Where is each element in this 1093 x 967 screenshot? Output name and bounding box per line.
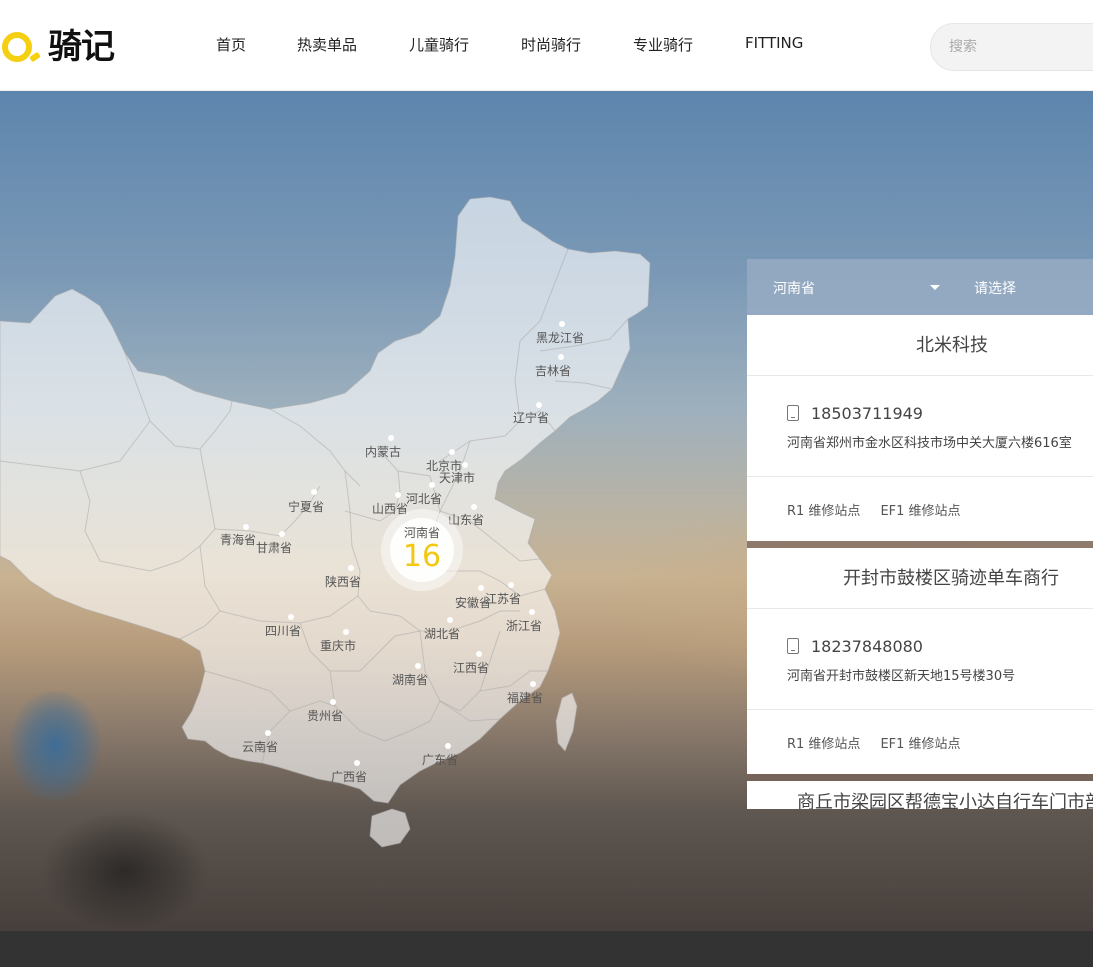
highlighted-province-henan[interactable]: 河南省 16	[381, 509, 463, 591]
province-dot[interactable]	[395, 492, 401, 498]
province-dot[interactable]	[429, 482, 435, 488]
search-input[interactable]	[930, 23, 1093, 71]
province-dot[interactable]	[279, 531, 285, 537]
province-dot[interactable]	[536, 402, 542, 408]
province-dot[interactable]	[529, 609, 535, 615]
store-card[interactable]: 开封市鼓楼区骑迹单车商行 18237848080 河南省开封市鼓楼区新天地15号…	[747, 548, 1093, 774]
province-dot[interactable]	[330, 699, 336, 705]
store-tags: R1 维修站点 EF1 维修站点	[747, 477, 1093, 541]
province-label-gansu[interactable]: 甘肃省	[256, 541, 292, 555]
store-address: 河南省郑州市金水区科技市场中关大厦六楼616室	[787, 436, 1072, 451]
store-tags: R1 维修站点 EF1 维修站点	[747, 710, 1093, 774]
store-tag: EF1 维修站点	[880, 503, 961, 519]
province-label-guizhou[interactable]: 贵州省	[307, 709, 343, 723]
highlight-province-name: 河南省	[403, 526, 440, 540]
province-label-liaoning[interactable]: 辽宁省	[513, 411, 549, 425]
province-dot[interactable]	[388, 435, 394, 441]
phone-row: 18237848080	[787, 635, 1093, 657]
province-dot[interactable]	[311, 489, 317, 495]
highlight-badge: 河南省 16	[390, 518, 454, 582]
province-label-shaanxi[interactable]: 陕西省	[325, 575, 361, 589]
province-dot[interactable]	[476, 651, 482, 657]
province-dot[interactable]	[288, 614, 294, 620]
province-dot[interactable]	[343, 629, 349, 635]
store-list-panel: 河南省 请选择 北米科技 18503711949 河南省郑州市金水区科技市场中关…	[747, 259, 1093, 809]
dropdown-arrow-icon[interactable]	[930, 285, 940, 290]
store-tag: R1 维修站点	[787, 736, 861, 752]
province-label-heilongjiang[interactable]: 黑龙江省	[536, 331, 584, 345]
province-label-sichuan[interactable]: 四川省	[265, 624, 301, 638]
province-label-fujian[interactable]: 福建省	[507, 691, 543, 705]
hero-map-section: 黑龙江省 吉林省 辽宁省 内蒙古 北京市 天津市 河北省 宁夏省 山西省 山东省…	[0, 91, 1093, 931]
province-dot[interactable]	[462, 462, 468, 468]
store-phone: 18503711949	[811, 403, 923, 423]
province-dot[interactable]	[478, 585, 484, 591]
province-label-zhejiang[interactable]: 浙江省	[506, 619, 542, 633]
province-label-hebei[interactable]: 河北省	[406, 492, 442, 506]
province-label-anhui[interactable]: 安徽省	[455, 596, 491, 610]
map-taiwan	[555, 692, 578, 752]
province-label-guangdong[interactable]: 广东省	[422, 753, 458, 767]
store-title: 北米科技	[747, 315, 1093, 376]
province-label-hubei[interactable]: 湖北省	[424, 627, 460, 641]
province-select[interactable]: 河南省	[773, 278, 815, 298]
store-title: 开封市鼓楼区骑迹单车商行	[747, 548, 1093, 609]
logo-text: 骑记	[48, 27, 115, 67]
store-address: 河南省开封市鼓楼区新天地15号楼30号	[787, 669, 1016, 684]
nav-kids-riding[interactable]: 儿童骑行	[409, 34, 521, 55]
province-label-tianjin[interactable]: 天津市	[439, 471, 475, 485]
city-select[interactable]: 请选择	[974, 278, 1016, 298]
nav-home[interactable]: 首页	[200, 34, 297, 55]
site-logo[interactable]: 骑记	[0, 24, 130, 68]
store-tag: EF1 维修站点	[880, 736, 961, 752]
card-divider	[747, 774, 1093, 781]
province-dot[interactable]	[348, 565, 354, 571]
store-phone: 18237848080	[811, 636, 923, 656]
logo-ring-icon	[2, 32, 32, 62]
main-nav: 首页 热卖单品 儿童骑行 时尚骑行 专业骑行 FITTING	[200, 34, 857, 55]
province-label-chongqing[interactable]: 重庆市	[320, 639, 356, 653]
province-label-hunan[interactable]: 湖南省	[392, 673, 428, 687]
map-hainan	[369, 808, 411, 848]
province-dot[interactable]	[447, 617, 453, 623]
logo-tail-icon	[29, 51, 41, 63]
province-dot[interactable]	[559, 321, 565, 327]
province-label-guangxi[interactable]: 广西省	[331, 770, 367, 784]
province-label-neimenggu[interactable]: 内蒙古	[365, 445, 401, 459]
store-card[interactable]: 商丘市梁园区帮德宝小达自行车门市部	[747, 781, 1093, 809]
highlight-store-count: 16	[402, 539, 442, 574]
province-dot[interactable]	[243, 524, 249, 530]
province-label-ningxia[interactable]: 宁夏省	[288, 500, 324, 514]
site-footer	[0, 931, 1093, 967]
store-tag: R1 维修站点	[787, 503, 861, 519]
nav-fashion-riding[interactable]: 时尚骑行	[521, 34, 633, 55]
province-label-qinghai[interactable]: 青海省	[220, 533, 256, 547]
nav-pro-riding[interactable]: 专业骑行	[633, 34, 745, 55]
province-dot[interactable]	[415, 663, 421, 669]
nav-fitting[interactable]: FITTING	[745, 34, 857, 55]
store-info: 18503711949 河南省郑州市金水区科技市场中关大厦六楼616室	[747, 376, 1093, 477]
province-dot[interactable]	[558, 354, 564, 360]
province-dot[interactable]	[449, 449, 455, 455]
phone-row: 18503711949	[787, 402, 1093, 424]
province-dot[interactable]	[445, 743, 451, 749]
province-dot[interactable]	[471, 504, 477, 510]
province-label-jilin[interactable]: 吉林省	[535, 364, 571, 378]
province-label-yunnan[interactable]: 云南省	[242, 740, 278, 754]
province-dot[interactable]	[530, 681, 536, 687]
province-dot[interactable]	[265, 730, 271, 736]
region-selector-bar: 河南省 请选择	[747, 259, 1093, 315]
nav-hot-items[interactable]: 热卖单品	[297, 34, 409, 55]
store-card[interactable]: 北米科技 18503711949 河南省郑州市金水区科技市场中关大厦六楼616室…	[747, 315, 1093, 541]
store-info: 18237848080 河南省开封市鼓楼区新天地15号楼30号	[747, 609, 1093, 710]
site-header: 骑记 首页 热卖单品 儿童骑行 时尚骑行 专业骑行 FITTING	[0, 0, 1093, 91]
province-dot[interactable]	[508, 582, 514, 588]
phone-icon	[787, 638, 799, 654]
card-divider	[747, 541, 1093, 548]
province-dot[interactable]	[354, 760, 360, 766]
store-title: 商丘市梁园区帮德宝小达自行车门市部	[747, 781, 1093, 809]
phone-icon	[787, 405, 799, 421]
province-label-jiangxi[interactable]: 江西省	[453, 661, 489, 675]
